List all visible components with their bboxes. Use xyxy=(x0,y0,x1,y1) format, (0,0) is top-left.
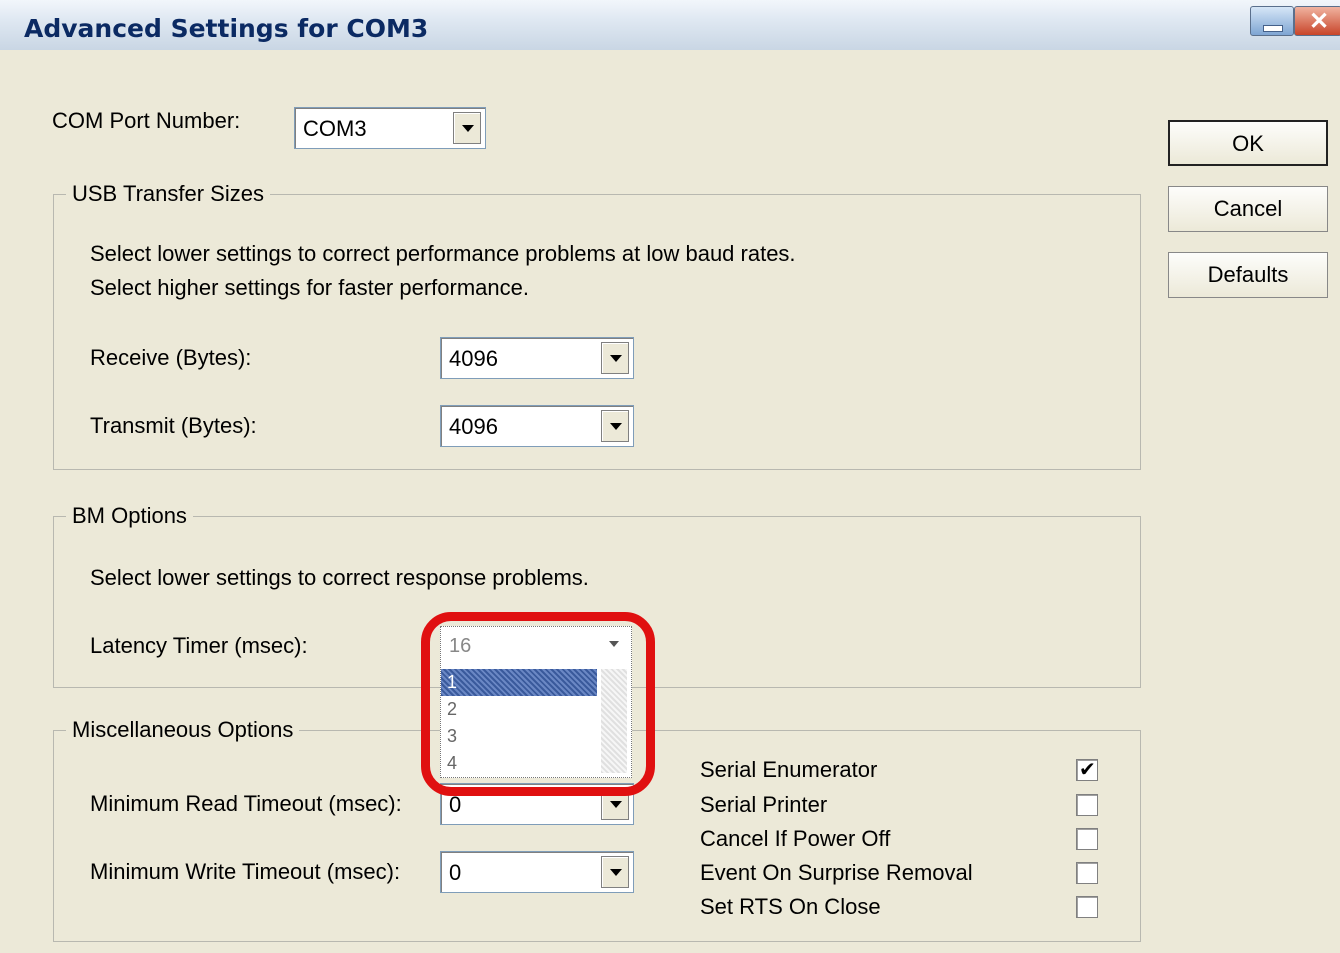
write-timeout-select[interactable]: 0 xyxy=(440,851,634,893)
transmit-select[interactable]: 4096 xyxy=(440,405,634,447)
usb-transfer-legend: USB Transfer Sizes xyxy=(66,181,270,207)
minimize-button[interactable] xyxy=(1250,6,1294,36)
close-icon: ✕ xyxy=(1309,8,1330,35)
com-port-select[interactable]: COM3 xyxy=(294,107,486,149)
misc-options-legend: Miscellaneous Options xyxy=(66,717,300,743)
usb-transfer-group: USB Transfer Sizes Select lower settings… xyxy=(53,181,1141,470)
ok-button[interactable]: OK xyxy=(1168,120,1328,166)
serial-enumerator-checkbox[interactable] xyxy=(1076,757,1098,781)
latency-label: Latency Timer (msec): xyxy=(90,633,308,658)
serial-printer-label: Serial Printer xyxy=(700,792,828,817)
serial-printer-checkbox[interactable] xyxy=(1076,794,1098,816)
cancel-button[interactable]: Cancel xyxy=(1168,186,1328,232)
write-timeout-label: Minimum Write Timeout (msec): xyxy=(90,859,401,884)
serial-enumerator-label: Serial Enumerator xyxy=(700,757,878,782)
cancel-if-power-off-checkbox[interactable] xyxy=(1076,828,1098,850)
com-port-label: COM Port Number: xyxy=(52,108,241,133)
usb-transfer-line1: Select lower settings to correct perform… xyxy=(90,241,796,266)
title-bar: Advanced Settings for COM3 ✕ xyxy=(0,0,1340,51)
cancel-if-power-off-label: Cancel If Power Off xyxy=(700,826,891,851)
transmit-value: 4096 xyxy=(449,414,498,439)
bm-options-legend: BM Options xyxy=(66,503,193,529)
defaults-button[interactable]: Defaults xyxy=(1168,252,1328,298)
receive-select[interactable]: 4096 xyxy=(440,337,634,379)
set-rts-on-close-label: Set RTS On Close xyxy=(700,894,881,919)
receive-value: 4096 xyxy=(449,346,498,371)
set-rts-on-close-checkbox[interactable] xyxy=(1076,896,1098,918)
chevron-down-icon[interactable] xyxy=(601,342,629,374)
transmit-label: Transmit (Bytes): xyxy=(90,413,257,438)
dialog-body: COM Port Number: COM3 OK Cancel Defaults… xyxy=(0,50,1340,953)
com-port-value: COM3 xyxy=(303,116,367,141)
event-on-surprise-removal-checkbox[interactable] xyxy=(1076,862,1098,884)
bm-options-line1: Select lower settings to correct respons… xyxy=(90,565,589,590)
highlight-annotation xyxy=(421,612,655,796)
chevron-down-icon[interactable] xyxy=(453,112,481,144)
chevron-down-icon[interactable] xyxy=(601,856,629,888)
close-button[interactable]: ✕ xyxy=(1294,6,1340,36)
read-timeout-label: Minimum Read Timeout (msec): xyxy=(90,791,402,816)
event-on-surprise-removal-label: Event On Surprise Removal xyxy=(700,860,973,885)
receive-label: Receive (Bytes): xyxy=(90,345,252,370)
chevron-down-icon[interactable] xyxy=(601,410,629,442)
window-title: Advanced Settings for COM3 xyxy=(24,14,429,43)
usb-transfer-line2: Select higher settings for faster perfor… xyxy=(90,275,529,300)
write-timeout-value: 0 xyxy=(449,860,462,885)
